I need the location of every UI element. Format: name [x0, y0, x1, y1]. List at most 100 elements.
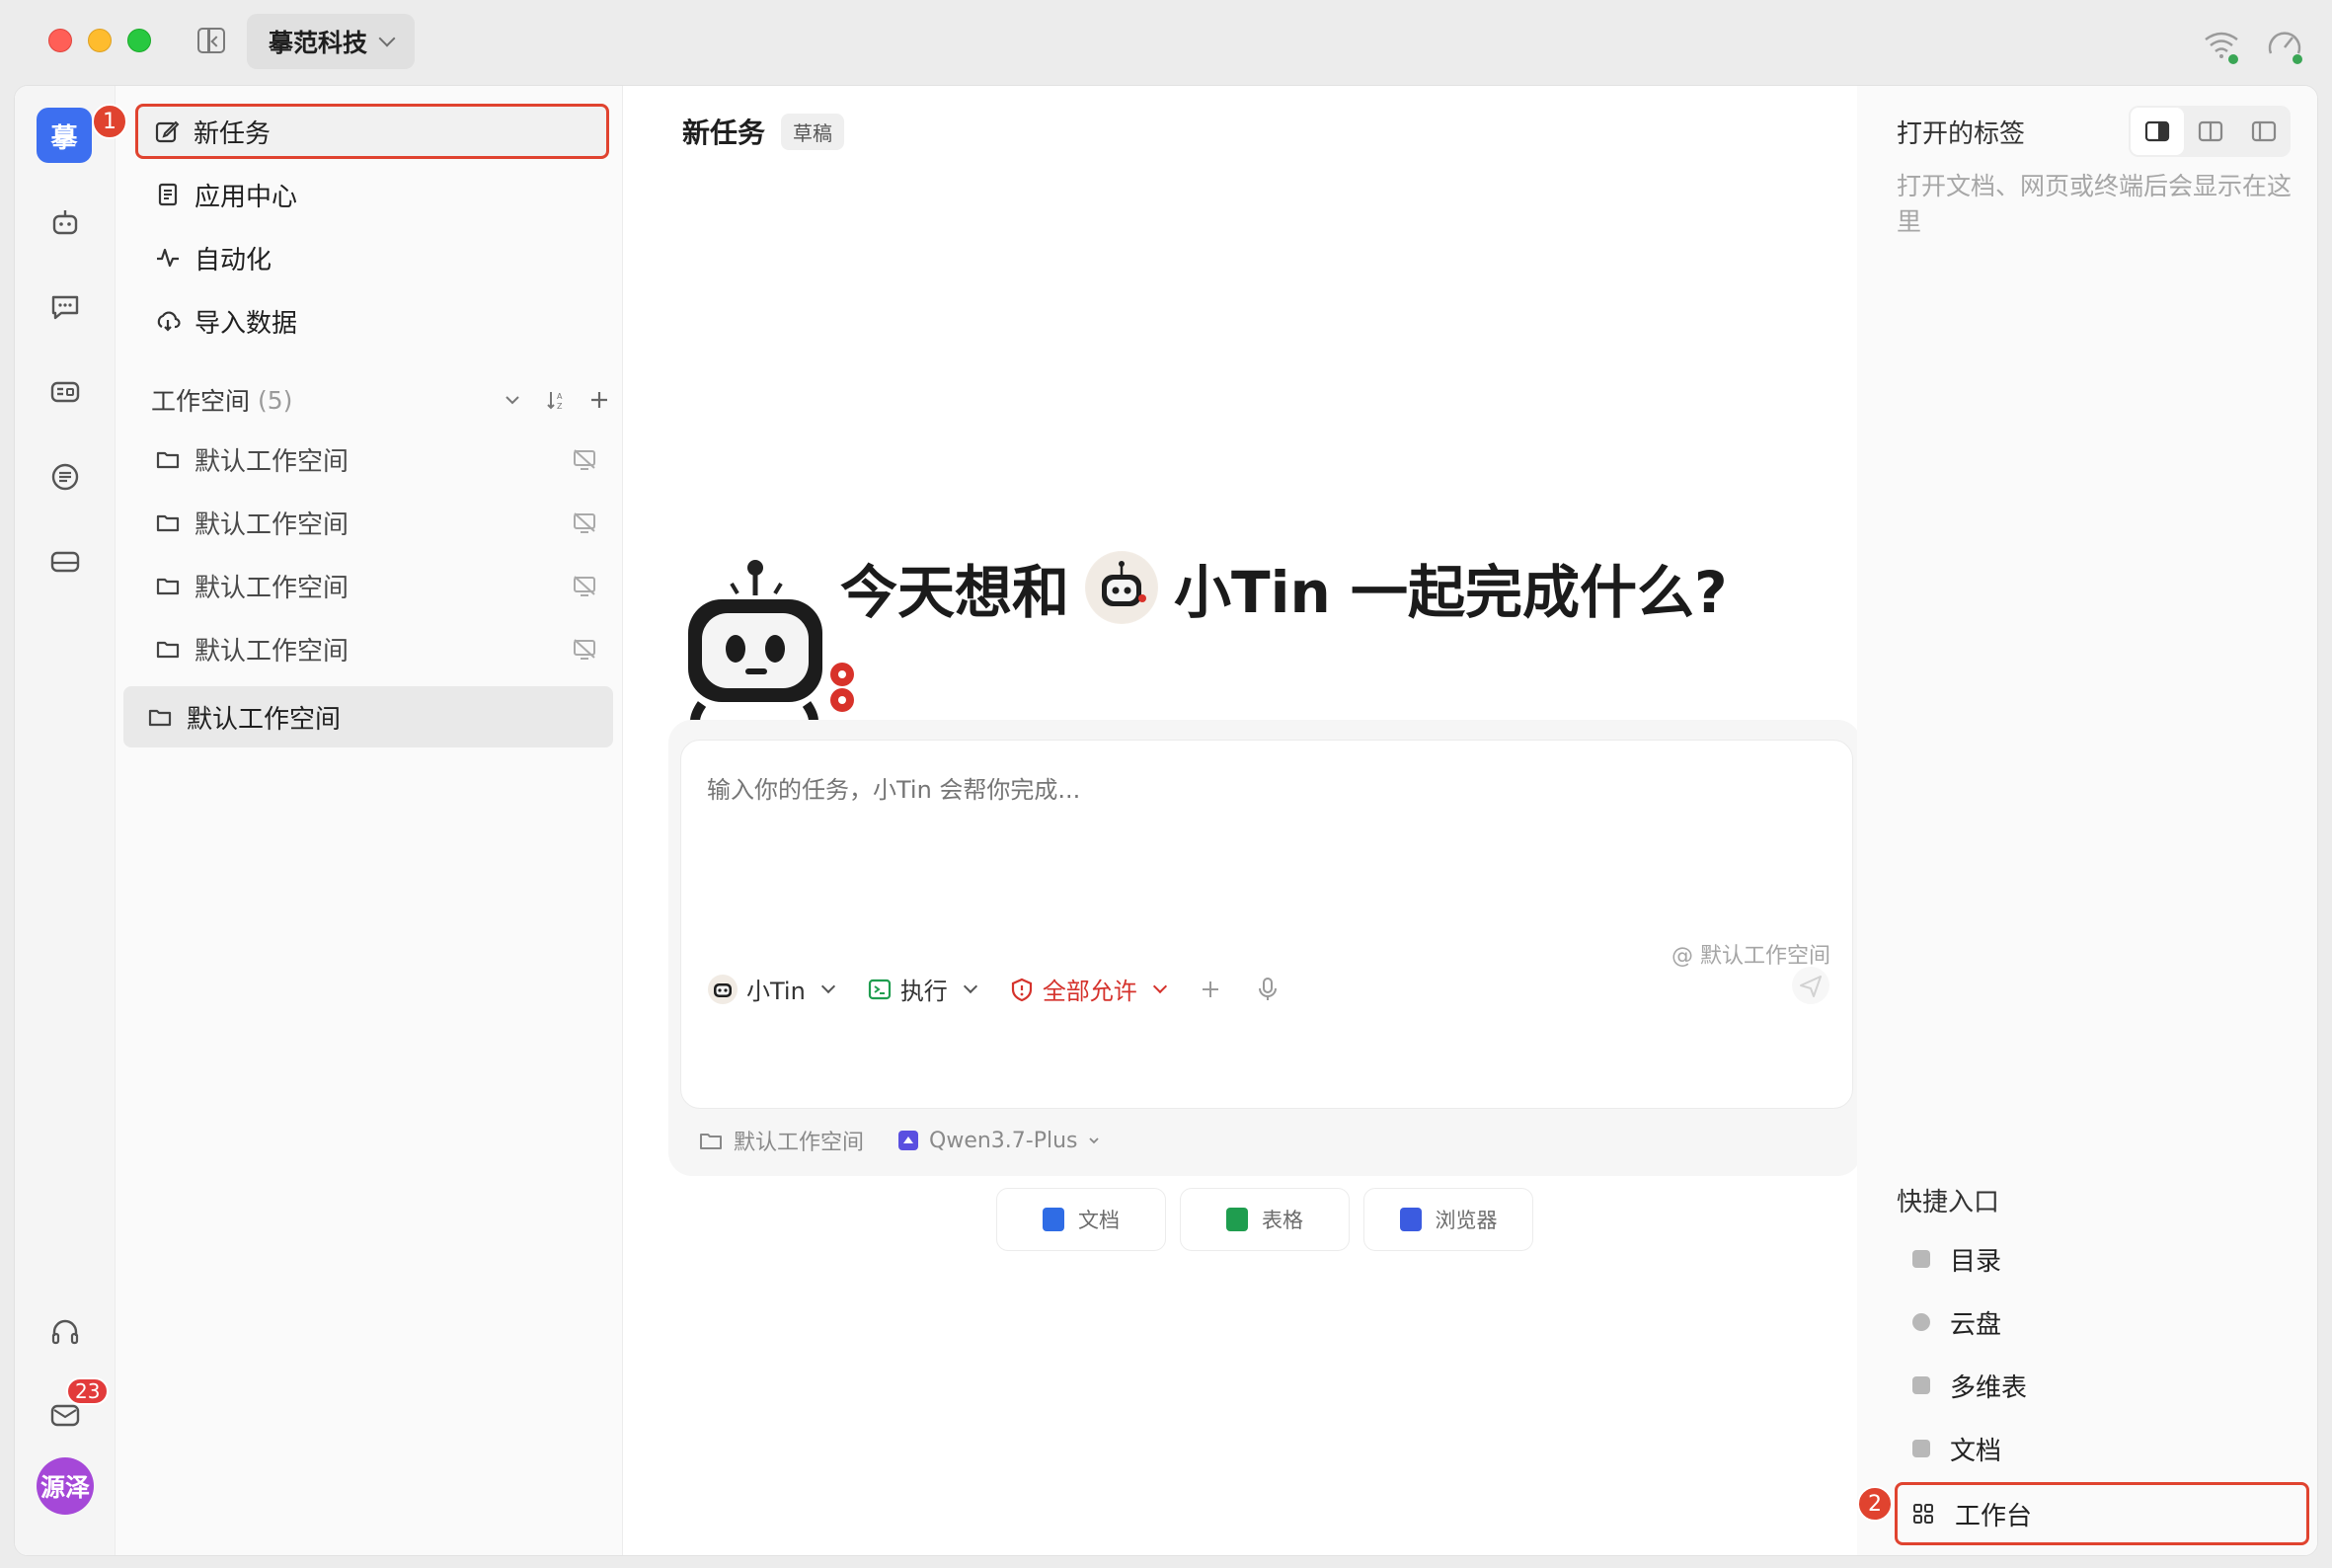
sort-icon[interactable]: A Z [544, 388, 568, 412]
quick-entry-label: 工作台 [1955, 1501, 2033, 1531]
browser-icon [1399, 1208, 1422, 1231]
user-avatar[interactable]: 源泽 [37, 1457, 94, 1515]
nav-sidebar: 新任务 应用中心 自动化 导入数据 工作空间 (5) A Z 默认工作空间 默认… [116, 86, 623, 1555]
activity-icon [157, 248, 179, 268]
chevron-down-icon [820, 979, 835, 993]
workspace-section-header: 工作空间 (5) A Z [151, 380, 611, 420]
robot-icon[interactable] [47, 204, 83, 240]
chat-icon[interactable] [47, 289, 83, 325]
workspace-item[interactable]: 默认工作空间 [139, 431, 607, 487]
screen-off-icon[interactable] [572, 447, 597, 473]
panel-left-icon [2251, 120, 2277, 142]
nav-item-label: 导入数据 [194, 308, 298, 339]
layout-split-button[interactable] [2184, 108, 2237, 155]
hero-prefix: 今天想和 [840, 559, 1070, 626]
quick-entry-workbench[interactable]: 工作台 [1895, 1482, 2309, 1545]
drive-icon[interactable] [47, 544, 83, 580]
icon-rail: 摹 23 源泽 [15, 86, 116, 1555]
layout-left-panel-button[interactable] [2237, 108, 2291, 155]
workspace-count: (5) [258, 385, 293, 415]
folder-icon [156, 641, 180, 659]
model-selector[interactable]: Qwen3.7-Plus [897, 1129, 1100, 1153]
headset-icon[interactable] [47, 1314, 83, 1350]
panel-split-icon [2198, 120, 2223, 142]
hero-heading: 今天想和 小Tin 一起完成什么? [840, 546, 1728, 629]
workspace-selector[interactable]: 默认工作空间 [698, 1125, 864, 1156]
permission-label: 全部允许 [1042, 978, 1137, 1005]
folder-icon [148, 709, 172, 727]
title-bar: 摹范科技 [0, 0, 2332, 85]
edit-icon [155, 120, 180, 143]
create-document-button[interactable]: 文档 [996, 1188, 1166, 1251]
close-window-button[interactable] [48, 29, 72, 52]
screen-off-icon[interactable] [572, 637, 597, 663]
add-workspace-icon[interactable] [587, 388, 611, 412]
screen-off-icon[interactable] [572, 574, 597, 599]
nav-item-automation[interactable]: 自动化 [139, 230, 607, 285]
workspace-label: 默认工作空间 [187, 704, 342, 735]
quick-entry-document[interactable]: 文档 [1899, 1421, 2307, 1476]
quick-entry-directory[interactable]: 目录 [1899, 1231, 2307, 1287]
footer-workspace-label: 默认工作空间 [734, 1131, 865, 1155]
workspace-label: 默认工作空间 [194, 510, 350, 540]
workspace-item[interactable]: 默认工作空间 [139, 558, 607, 613]
nav-item-label: 应用中心 [194, 182, 298, 212]
grid-icon [1913, 1504, 1933, 1524]
workspace-tools: A Z [501, 380, 611, 420]
layout-toggle-group [2129, 106, 2291, 157]
collapse-chevron-icon[interactable] [501, 388, 524, 412]
speed-gauge-icon[interactable] [2265, 26, 2304, 65]
document-icon [158, 183, 178, 206]
folder-icon [156, 514, 180, 532]
microphone-icon[interactable] [1256, 977, 1280, 1002]
model-logo-icon [898, 1131, 919, 1150]
nav-item-label: 自动化 [194, 245, 272, 275]
cloud-icon [1912, 1313, 1930, 1331]
folder-icon [156, 578, 180, 595]
quick-entry-label: 目录 [1950, 1246, 2002, 1277]
create-sheet-button[interactable]: 表格 [1180, 1188, 1350, 1251]
main-panel: 摹 23 源泽 新任务 应用中心 自动化 导入数据 工作空间 (5) A Z 默… [14, 85, 2318, 1556]
quick-entry-label: 云盘 [1950, 1309, 2002, 1340]
mode-label: 执行 [899, 978, 948, 1005]
zoom-window-button[interactable] [127, 29, 151, 52]
step-badge-one: 1 [92, 104, 127, 139]
wifi-icon[interactable] [2202, 26, 2241, 65]
permission-selector[interactable]: 全部允许 [1009, 972, 1167, 1006]
panel-right-icon [2144, 120, 2170, 142]
sidebar-toggle-icon[interactable] [197, 28, 225, 53]
open-browser-label: 浏览器 [1435, 1209, 1498, 1232]
mode-selector[interactable]: 执行 [867, 972, 977, 1006]
svg-text:A: A [557, 392, 563, 401]
nav-item-new-task[interactable]: 新任务 [135, 104, 609, 159]
org-switcher[interactable]: 摹范科技 [247, 14, 416, 69]
list-document-icon[interactable] [47, 459, 83, 495]
quick-entry-cloud-drive[interactable]: 云盘 [1899, 1294, 2307, 1350]
task-input[interactable] [707, 770, 1832, 810]
svg-text:Z: Z [557, 402, 563, 411]
workspace-item[interactable]: 默认工作空间 [139, 621, 607, 676]
open-tabs-title: 打开的标签 [1897, 119, 2026, 149]
add-attachment-icon[interactable] [1199, 978, 1222, 1001]
agent-avatar-icon [708, 974, 738, 1004]
sheet-icon [1226, 1208, 1248, 1231]
workspace-item-selected[interactable]: 默认工作空间 [123, 686, 613, 747]
nav-item-app-center[interactable]: 应用中心 [139, 167, 607, 222]
workspace-label: 默认工作空间 [194, 636, 350, 666]
contact-card-icon[interactable] [47, 374, 83, 410]
quick-entry-label: 文档 [1950, 1436, 2002, 1466]
agent-label: 小Tin [746, 978, 806, 1005]
nav-item-import-data[interactable]: 导入数据 [139, 293, 607, 349]
step-badge-two: 2 [1857, 1486, 1893, 1522]
send-icon[interactable] [1791, 966, 1830, 1005]
app-logo[interactable]: 摹 [37, 108, 92, 163]
minimize-window-button[interactable] [88, 29, 112, 52]
open-browser-button[interactable]: 浏览器 [1363, 1188, 1533, 1251]
screen-off-icon[interactable] [572, 510, 597, 536]
agent-selector[interactable]: 小Tin [707, 972, 835, 1006]
layout-right-panel-button[interactable] [2131, 108, 2184, 155]
cloud-download-icon [157, 311, 181, 332]
quick-entry-multi-table[interactable]: 多维表 [1899, 1358, 2307, 1413]
workspace-item[interactable]: 默认工作空间 [139, 495, 607, 550]
chevron-down-icon [1152, 979, 1167, 993]
